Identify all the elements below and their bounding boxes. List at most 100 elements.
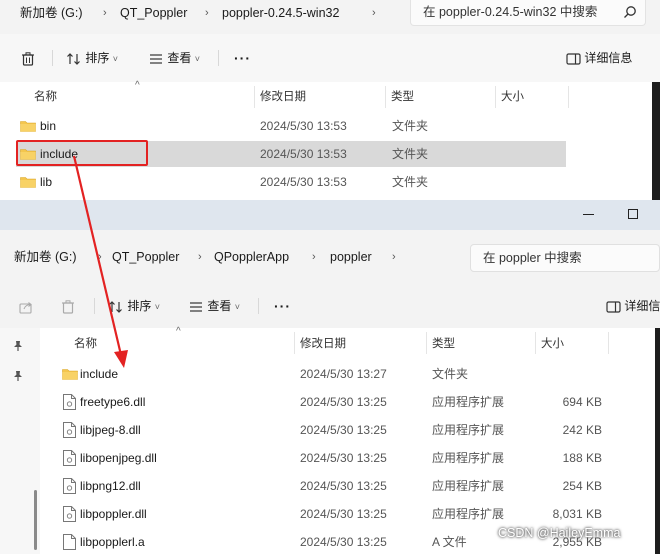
item-modified: 2024/5/30 13:25 — [300, 423, 387, 437]
chevron-right-icon[interactable]: › — [392, 244, 396, 270]
chevron-right-icon[interactable]: › — [103, 0, 107, 26]
sort-label: 排序 — [127, 299, 152, 313]
column-header-modified[interactable]: 修改日期 — [300, 332, 346, 356]
file-icon — [63, 534, 76, 550]
breadcrumb-qpopplerapp[interactable]: QPopplerApp — [214, 244, 289, 270]
item-modified: 2024/5/30 13:53 — [260, 119, 347, 133]
breadcrumb-qt-poppler[interactable]: QT_Poppler — [120, 0, 187, 26]
view-button[interactable]: 查看 ˅ — [188, 290, 240, 322]
column-divider[interactable] — [568, 86, 569, 108]
toolbar-divider — [94, 298, 95, 314]
column-divider[interactable] — [426, 332, 427, 354]
item-name: freetype6.dll — [80, 395, 146, 409]
breadcrumb-drive[interactable]: 新加卷 (G:) — [20, 0, 83, 26]
dll-file-icon — [63, 450, 76, 466]
breadcrumb-poppler[interactable]: poppler — [330, 244, 372, 270]
folder-icon — [20, 177, 36, 188]
column-divider[interactable] — [495, 86, 496, 108]
share-button[interactable] — [18, 290, 34, 322]
item-type: 文件夹 — [392, 147, 429, 161]
item-name: libopenjpeg.dll — [80, 451, 157, 465]
list-item[interactable]: bin 2024/5/30 13:53 文件夹 — [16, 113, 566, 139]
sort-icon — [109, 300, 122, 313]
maximize-icon[interactable] — [628, 209, 638, 219]
column-divider[interactable] — [294, 332, 295, 354]
view-list-icon — [150, 54, 162, 64]
command-bar: 排序 ˅ 查看 ˅ ··· 详细信息 — [0, 42, 660, 74]
command-bar: 排序 ˅ 查看 ˅ ··· 详细信息 — [0, 290, 660, 322]
item-size: 254 KB — [562, 479, 602, 493]
title-bar[interactable] — [0, 200, 660, 230]
item-modified: 2024/5/30 13:25 — [300, 535, 387, 549]
column-divider[interactable] — [254, 86, 255, 108]
sort-button[interactable]: 排序 ˅ — [108, 290, 160, 322]
column-divider[interactable] — [535, 332, 536, 354]
dll-file-icon — [63, 478, 76, 494]
chevron-down-icon: ˅ — [234, 302, 240, 312]
highlight-annotation-box — [16, 140, 148, 166]
column-header-name[interactable]: 名称 — [74, 332, 97, 356]
list-item[interactable]: include 2024/5/30 13:27 文件夹 — [56, 360, 616, 388]
more-options-button[interactable]: ··· — [234, 42, 251, 74]
pin-icon[interactable] — [12, 370, 24, 382]
sort-ascending-icon: ^ — [135, 80, 140, 91]
item-name: bin — [40, 119, 57, 133]
minimize-icon[interactable] — [583, 214, 594, 215]
search-input[interactable]: 在 poppler 中搜索 — [470, 244, 660, 272]
item-type: 应用程序扩展 — [432, 395, 505, 409]
column-divider[interactable] — [385, 86, 386, 108]
sort-button[interactable]: 排序 ˅ — [66, 42, 118, 74]
view-label: 查看 — [167, 51, 192, 65]
dll-file-icon — [63, 394, 76, 410]
breadcrumb-qt-poppler[interactable]: QT_Poppler — [112, 244, 179, 270]
details-pane-button[interactable]: 详细信息 — [566, 42, 632, 74]
watermark-text: CSDN @HaileyEmma — [498, 526, 621, 540]
list-item[interactable]: libpng12.dll 2024/5/30 13:25 应用程序扩展 254 … — [56, 472, 616, 500]
column-header-modified[interactable]: 修改日期 — [260, 85, 306, 109]
column-header-size[interactable]: 大小 — [541, 332, 564, 356]
details-label: 详细信息 — [584, 51, 633, 65]
chevron-right-icon[interactable]: › — [98, 244, 102, 270]
view-list-icon — [190, 302, 202, 312]
list-item[interactable]: libopenjpeg.dll 2024/5/30 13:25 应用程序扩展 1… — [56, 444, 616, 472]
delete-button[interactable] — [20, 42, 36, 74]
breadcrumb-drive[interactable]: 新加卷 (G:) — [14, 244, 77, 270]
item-type: 文件夹 — [392, 175, 429, 189]
column-header-type[interactable]: 类型 — [391, 85, 414, 109]
search-input[interactable]: 在 poppler-0.24.5-win32 中搜索 — [410, 0, 646, 26]
sort-icon — [67, 52, 80, 65]
column-header-type[interactable]: 类型 — [432, 332, 455, 356]
item-name: include — [80, 367, 119, 381]
item-type: 文件夹 — [432, 367, 469, 381]
column-header-size[interactable]: 大小 — [501, 85, 524, 109]
chevron-down-icon: ˅ — [194, 54, 200, 64]
list-item[interactable]: libpoppler.dll 2024/5/30 13:25 应用程序扩展 8,… — [56, 500, 616, 528]
scrollbar-thumb[interactable] — [34, 490, 37, 550]
sort-ascending-icon: ^ — [176, 326, 181, 337]
list-item[interactable]: freetype6.dll 2024/5/30 13:25 应用程序扩展 694… — [56, 388, 616, 416]
dll-file-icon — [63, 422, 76, 438]
background-edge — [652, 82, 660, 200]
toolbar-divider — [218, 50, 219, 66]
list-item[interactable]: lib 2024/5/30 13:53 文件夹 — [16, 169, 566, 195]
details-pane-button[interactable]: 详细信息 — [606, 290, 660, 322]
sort-label: 排序 — [85, 51, 110, 65]
pin-icon[interactable] — [12, 340, 24, 352]
chevron-right-icon[interactable]: › — [198, 244, 202, 270]
column-divider[interactable] — [608, 332, 609, 354]
view-label: 查看 — [207, 299, 232, 313]
column-header-name[interactable]: 名称 — [34, 85, 57, 109]
explorer-window-top: 新加卷 (G:) › QT_Poppler › poppler-0.24.5-w… — [0, 0, 660, 200]
chevron-right-icon[interactable]: › — [372, 0, 376, 26]
item-modified: 2024/5/30 13:25 — [300, 451, 387, 465]
breadcrumb-poppler-win32[interactable]: poppler-0.24.5-win32 — [222, 0, 339, 26]
delete-button[interactable] — [60, 290, 76, 322]
item-modified: 2024/5/30 13:27 — [300, 367, 387, 381]
item-modified: 2024/5/30 13:53 — [260, 175, 347, 189]
chevron-right-icon[interactable]: › — [312, 244, 316, 270]
toolbar-divider — [258, 298, 259, 314]
more-options-button[interactable]: ··· — [274, 290, 291, 322]
list-item[interactable]: libjpeg-8.dll 2024/5/30 13:25 应用程序扩展 242… — [56, 416, 616, 444]
view-button[interactable]: 查看 ˅ — [148, 42, 200, 74]
chevron-right-icon[interactable]: › — [205, 0, 209, 26]
